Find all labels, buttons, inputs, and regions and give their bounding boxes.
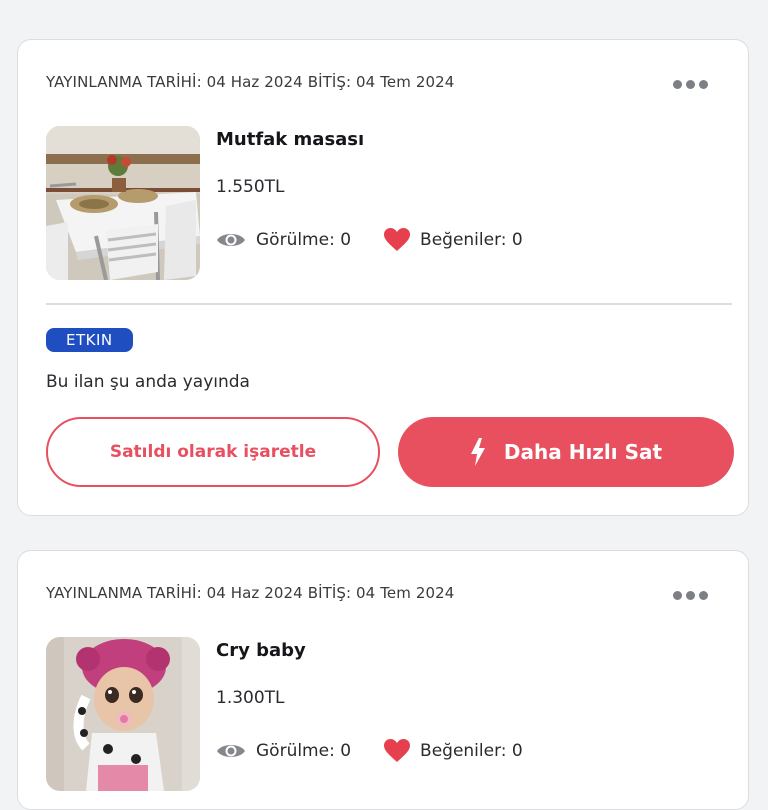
listing-image[interactable]: [46, 126, 200, 280]
views-label: Görülme: 0: [256, 741, 352, 761]
listing-price: 1.300TL: [216, 688, 285, 708]
views-label: Görülme: 0: [256, 230, 352, 250]
listing-stats: Görülme: 0 Beğeniler: 0: [216, 228, 523, 252]
status-text: Bu ilan şu anda yayında: [46, 372, 250, 392]
heart-icon: [384, 739, 411, 762]
listing-card: YAYINLANMA TARİHİ: 04 Haz 2024 BİTİŞ: 04…: [17, 550, 749, 810]
sell-faster-label: Daha Hızlı Sat: [503, 440, 663, 464]
heart-icon: [384, 228, 411, 251]
divider: [46, 303, 732, 305]
status-badge: ETKIN: [46, 328, 133, 352]
listing-stats: Görülme: 0 Beğeniler: 0: [216, 739, 523, 763]
eye-icon: [217, 745, 245, 757]
listing-title[interactable]: Cry baby: [216, 640, 306, 661]
sell-faster-button[interactable]: Daha Hızlı Sat: [398, 417, 734, 487]
publish-date: YAYINLANMA TARİHİ: 04 Haz 2024 BİTİŞ: 04…: [46, 584, 455, 602]
publish-date: YAYINLANMA TARİHİ: 04 Haz 2024 BİTİŞ: 04…: [46, 73, 455, 91]
mark-sold-label: Satıldı olarak işaretle: [109, 442, 317, 462]
views-stat: Görülme: 0: [216, 741, 351, 761]
listing-card: YAYINLANMA TARİHİ: 04 Haz 2024 BİTİŞ: 04…: [17, 39, 749, 516]
listing-price: 1.550TL: [216, 177, 285, 197]
more-dots-icon[interactable]: [673, 80, 708, 89]
views-stat: Görülme: 0: [216, 230, 351, 250]
lightning-icon: [470, 438, 485, 466]
likes-stat: Beğeniler: 0: [384, 228, 523, 252]
listing-title[interactable]: Mutfak masası: [216, 129, 364, 150]
likes-label: Beğeniler: 0: [420, 230, 523, 250]
more-dots-icon[interactable]: [673, 591, 708, 600]
kitchen-table-photo: [46, 126, 200, 280]
likes-label: Beğeniler: 0: [420, 741, 523, 761]
mark-sold-button[interactable]: Satıldı olarak işaretle: [46, 417, 380, 487]
eye-icon: [217, 234, 245, 246]
likes-stat: Beğeniler: 0: [384, 739, 523, 763]
